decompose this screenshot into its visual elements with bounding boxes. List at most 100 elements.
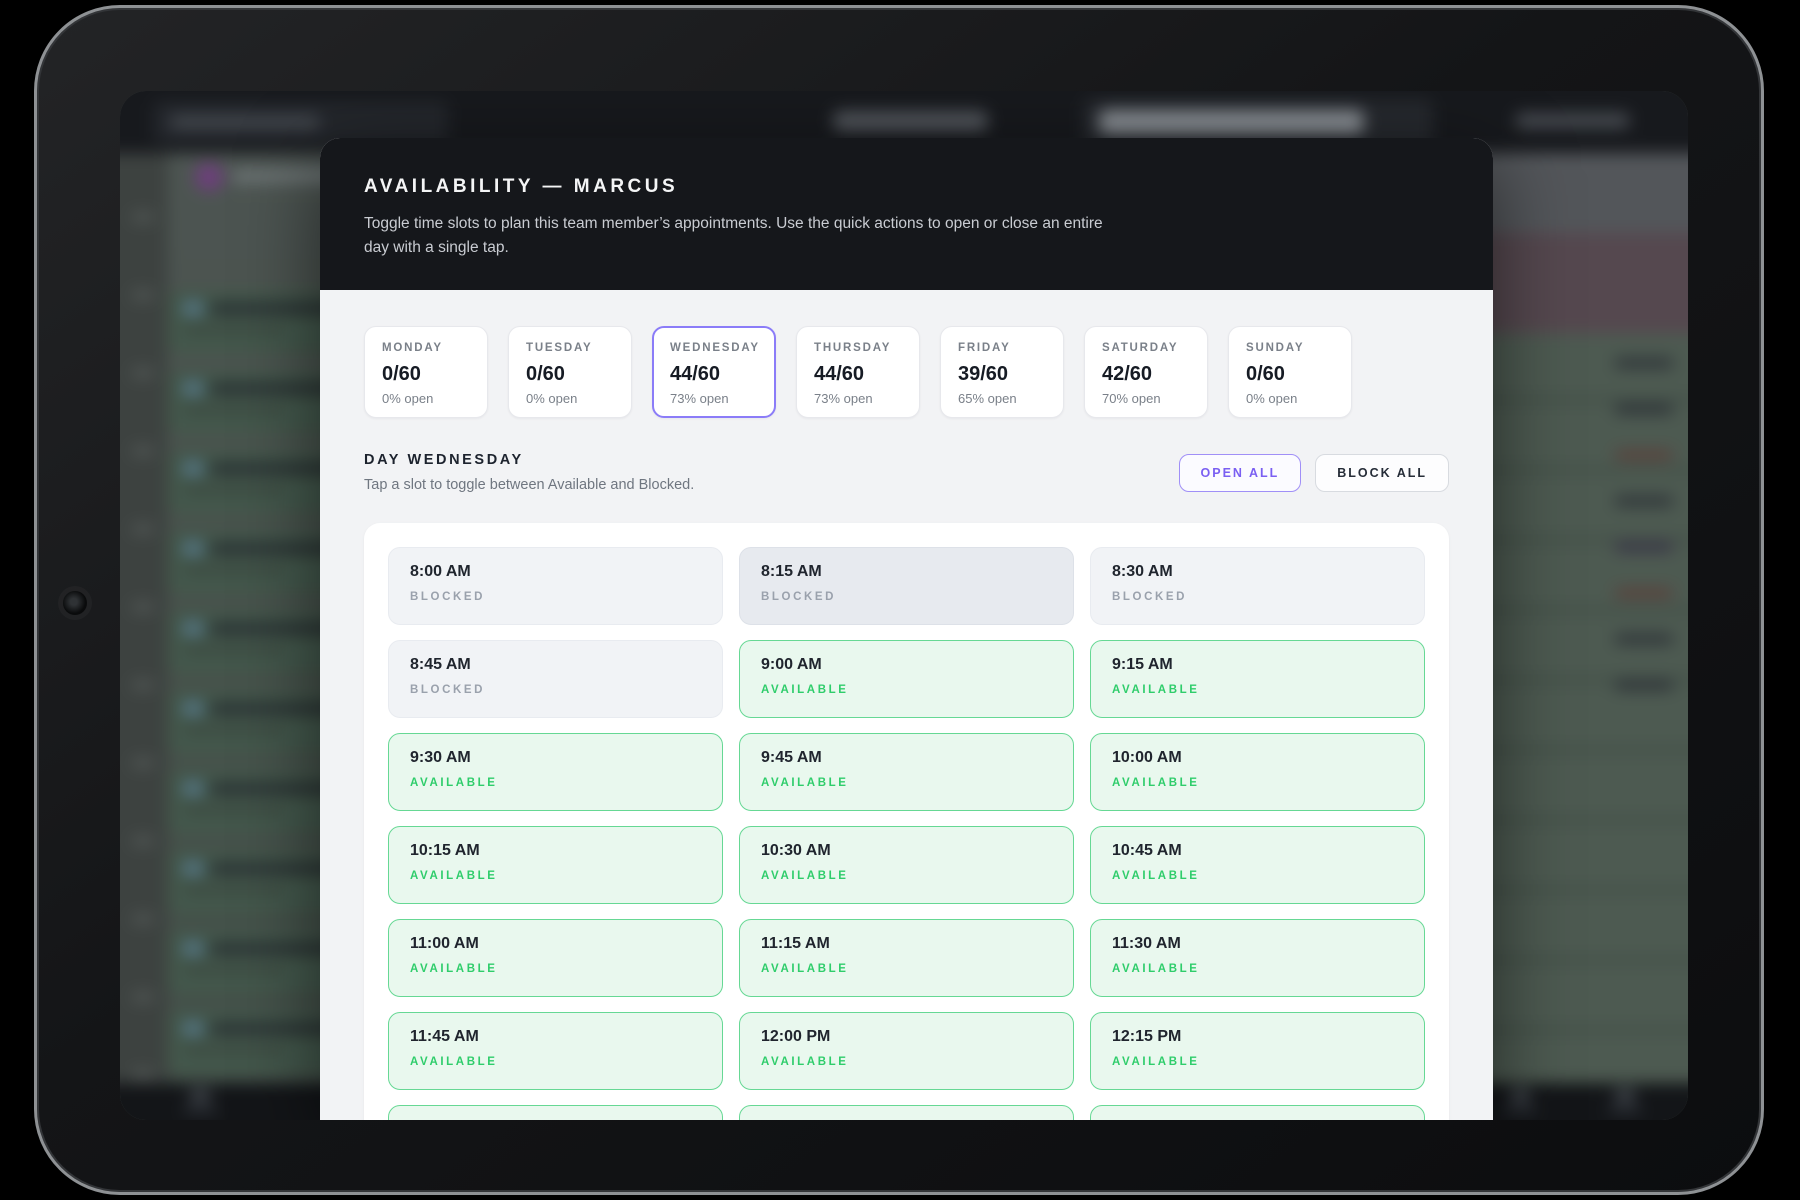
bg-panel-tag xyxy=(1615,450,1673,460)
block-all-button[interactable]: BLOCK ALL xyxy=(1315,454,1449,492)
day-card-label: MONDAY xyxy=(382,342,470,354)
slot-12-00-pm[interactable]: 12:00 PMAVAILABLE xyxy=(739,1012,1074,1090)
day-card-value: 0/60 xyxy=(526,363,614,386)
bg-time-label xyxy=(132,603,154,611)
slot-time: 11:15 AM xyxy=(761,935,1052,953)
slot-status: AVAILABLE xyxy=(761,963,1052,975)
front-camera-icon xyxy=(63,591,87,615)
day-summary-row: MONDAY0/600% openTUESDAY0/600% openWEDNE… xyxy=(364,326,1449,418)
bg-toolbar-text xyxy=(1099,110,1364,134)
slot-10-15-am[interactable]: 10:15 AMAVAILABLE xyxy=(388,826,723,904)
slot-status: AVAILABLE xyxy=(761,870,1052,882)
day-card-value: 44/60 xyxy=(670,363,758,386)
open-all-button[interactable]: OPEN ALL xyxy=(1179,454,1302,492)
slot-10-30-am[interactable]: 10:30 AM AVAILABLE xyxy=(739,826,1074,904)
bg-appointment-subtitle xyxy=(184,565,284,574)
slot-time: 12:15 PM xyxy=(1112,1028,1403,1046)
slot-8-15-am[interactable]: 8:15 AM BLOCKED xyxy=(739,547,1074,625)
slot-status: AVAILABLE xyxy=(1112,777,1403,789)
day-card-label: FRIDAY xyxy=(958,342,1046,354)
bg-time-label xyxy=(132,1071,154,1079)
slot-9-00-am[interactable]: 9:00 AMAVAILABLE xyxy=(739,640,1074,718)
slot-status: BLOCKED xyxy=(410,591,701,603)
availability-modal: AVAILABILITY — MARCUS Toggle time slots … xyxy=(320,138,1493,1120)
slot-time: 8:15 AM xyxy=(761,563,1052,581)
slot-10-45-am[interactable]: 10:45 AMAVAILABLE xyxy=(1090,826,1425,904)
slot-status: AVAILABLE xyxy=(410,963,701,975)
bg-panel-tag xyxy=(1615,634,1673,644)
modal-header: AVAILABILITY — MARCUS Toggle time slots … xyxy=(320,138,1493,290)
bg-appointment-subtitle xyxy=(184,405,284,414)
slot-12-30-pm[interactable]: 12:30 PMAVAILABLE xyxy=(388,1105,723,1120)
bg-appointment-icon xyxy=(184,703,202,714)
bg-nav-icon xyxy=(1615,1089,1635,1102)
day-card-saturday[interactable]: SATURDAY42/6070% open xyxy=(1084,326,1208,418)
slot-1-00-pm[interactable]: 1:00 PMAVAILABLE xyxy=(1090,1105,1425,1120)
slot-8-30-am[interactable]: 8:30 AMBLOCKED xyxy=(1090,547,1425,625)
slot-status: AVAILABLE xyxy=(410,870,701,882)
bg-panel-tag xyxy=(1615,680,1673,690)
day-card-friday[interactable]: FRIDAY39/6065% open xyxy=(940,326,1064,418)
day-card-percent: 0% open xyxy=(1246,391,1334,406)
bg-nav-label xyxy=(1503,1107,1537,1113)
bg-nav-icon xyxy=(1510,1089,1530,1102)
slot-9-30-am[interactable]: 9:30 AMAVAILABLE xyxy=(388,733,723,811)
section-title: DAY WEDNESDAY xyxy=(364,452,694,468)
slot-11-00-am[interactable]: 11:00 AMAVAILABLE xyxy=(388,919,723,997)
day-card-monday[interactable]: MONDAY 0/60 0% open xyxy=(364,326,488,418)
slot-11-15-am[interactable]: 11:15 AM AVAILABLE xyxy=(739,919,1074,997)
slot-time: 9:15 AM xyxy=(1112,656,1403,674)
slot-time: 8:45 AM xyxy=(410,656,701,674)
day-card-percent: 0% open xyxy=(526,391,614,406)
bg-nav-label xyxy=(183,1107,217,1113)
bg-appointment-subtitle xyxy=(184,325,284,334)
bg-panel-tag xyxy=(1615,588,1673,598)
modal-title: AVAILABILITY — MARCUS xyxy=(364,176,1449,198)
slot-9-15-am[interactable]: 9:15 AM AVAILABLE xyxy=(1090,640,1425,718)
slot-10-00-am[interactable]: 10:00 AMAVAILABLE xyxy=(1090,733,1425,811)
day-card-wednesday[interactable]: WEDNESDAY 44/60 73% open xyxy=(652,326,776,418)
slot-time: 9:00 AM xyxy=(761,656,1052,674)
slot-time: 9:30 AM xyxy=(410,749,701,767)
bg-appointment-subtitle xyxy=(184,805,284,814)
slot-12-15-pm[interactable]: 12:15 PMAVAILABLE xyxy=(1090,1012,1425,1090)
bg-appointment-subtitle xyxy=(184,485,284,494)
day-card-sunday[interactable]: SUNDAY0/600% open xyxy=(1228,326,1352,418)
tablet-device-frame: AVAILABILITY — MARCUS Toggle time slots … xyxy=(34,5,1764,1195)
bg-search-text xyxy=(170,116,320,128)
modal-description: Toggle time slots to plan this team memb… xyxy=(364,212,1126,260)
day-card-label: WEDNESDAY xyxy=(670,342,758,354)
bg-time-label xyxy=(132,915,154,923)
slot-11-45-am[interactable]: 11:45 AMAVAILABLE xyxy=(388,1012,723,1090)
slot-status: AVAILABLE xyxy=(1112,684,1403,696)
day-section-header: DAY WEDNESDAY Tap a slot to toggle betwe… xyxy=(364,452,1449,493)
slot-8-45-am[interactable]: 8:45 AMBLOCKED xyxy=(388,640,723,718)
day-section-text: DAY WEDNESDAY Tap a slot to toggle betwe… xyxy=(364,452,694,493)
bg-time-label xyxy=(132,525,154,533)
slot-12-45-pm[interactable]: 12:45 PMAVAILABLE xyxy=(739,1105,1074,1120)
day-card-value: 42/60 xyxy=(1102,363,1190,386)
day-card-thursday[interactable]: THURSDAY44/6073% open xyxy=(796,326,920,418)
slot-9-45-am[interactable]: 9:45 AMAVAILABLE xyxy=(739,733,1074,811)
bg-appointment-icon xyxy=(184,303,202,314)
slot-time: 10:30 AM xyxy=(761,842,1052,860)
slot-8-00-am[interactable]: 8:00 AMBLOCKED xyxy=(388,547,723,625)
bg-time-label xyxy=(132,837,154,845)
slot-time: 10:45 AM xyxy=(1112,842,1403,860)
modal-body: MONDAY0/600% openTUESDAY0/600% openWEDNE… xyxy=(320,290,1493,1120)
bg-appointment-subtitle xyxy=(184,965,284,974)
slot-status: BLOCKED xyxy=(761,591,1052,603)
day-card-value: 0/60 xyxy=(1246,363,1334,386)
day-card-tuesday[interactable]: TUESDAY0/600% open xyxy=(508,326,632,418)
day-card-value: 44/60 xyxy=(814,363,902,386)
slot-11-30-am[interactable]: 11:30 AMAVAILABLE xyxy=(1090,919,1425,997)
day-card-value: 0/60 xyxy=(382,363,470,386)
day-card-percent: 0% open xyxy=(382,391,470,406)
slot-time: 8:30 AM xyxy=(1112,563,1403,581)
bg-time-label xyxy=(132,447,154,455)
bg-time-label xyxy=(132,369,154,377)
quick-actions: OPEN ALL BLOCK ALL xyxy=(1179,454,1449,492)
slot-time: 11:45 AM xyxy=(410,1028,701,1046)
bg-appointment-icon xyxy=(184,783,202,794)
day-card-percent: 73% open xyxy=(670,391,758,406)
